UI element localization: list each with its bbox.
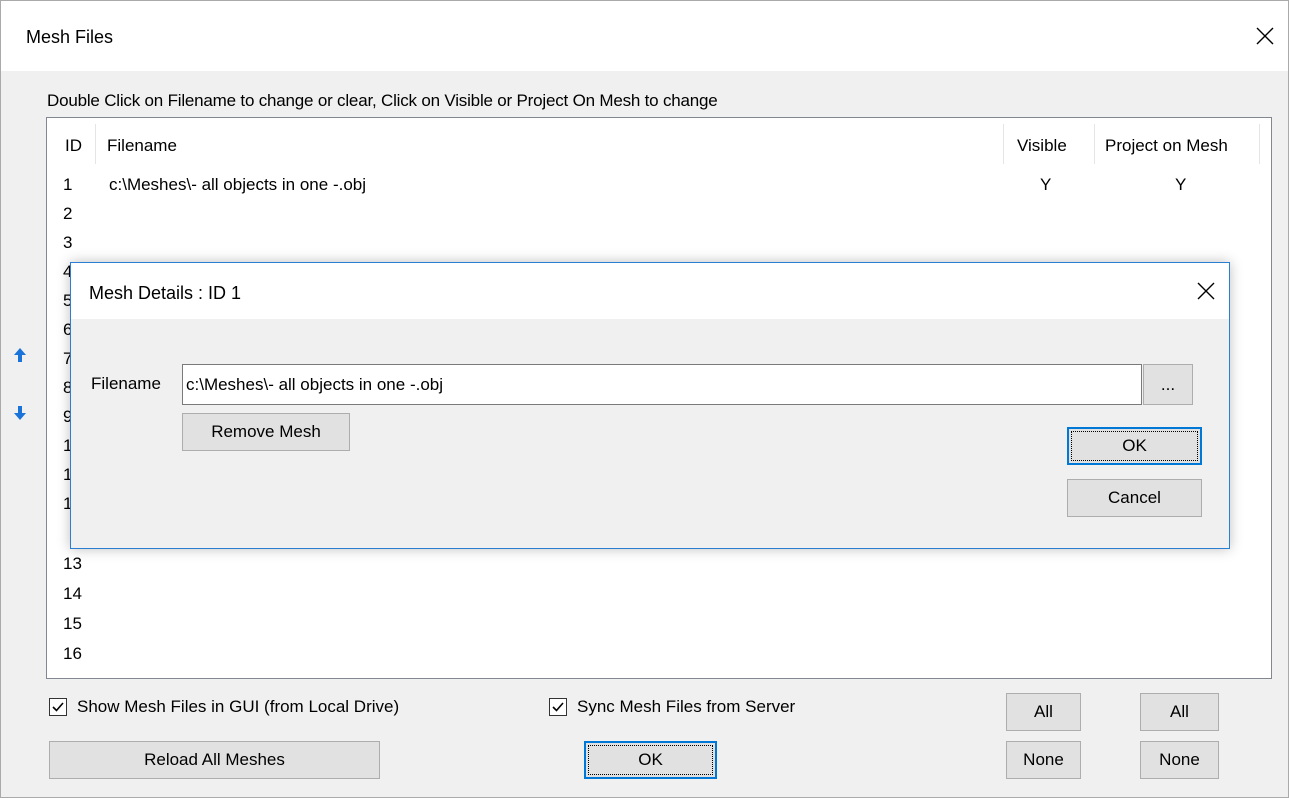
show-mesh-files-checkbox[interactable] xyxy=(49,698,67,716)
row-filename[interactable]: c:\Meshes\- all objects in one -.obj xyxy=(109,175,366,195)
row-id[interactable]: 3 xyxy=(63,233,72,253)
row-id[interactable]: 13 xyxy=(63,554,82,574)
project-all-button[interactable]: All xyxy=(1140,693,1219,731)
sync-mesh-files-label[interactable]: Sync Mesh Files from Server xyxy=(577,697,795,717)
show-mesh-files-label[interactable]: Show Mesh Files in GUI (from Local Drive… xyxy=(77,697,399,717)
column-header-project-on-mesh[interactable]: Project on Mesh xyxy=(1105,136,1228,156)
column-divider[interactable] xyxy=(1259,124,1260,164)
column-divider[interactable] xyxy=(1003,124,1004,164)
dialog-close-button[interactable] xyxy=(1183,263,1229,319)
row-project-on-mesh[interactable]: Y xyxy=(1175,175,1186,195)
arrow-up-icon[interactable] xyxy=(13,347,27,363)
row-visible[interactable]: Y xyxy=(1040,175,1051,195)
row-id[interactable]: 15 xyxy=(63,614,82,634)
row-id: 1 xyxy=(63,175,73,194)
column-header-visible[interactable]: Visible xyxy=(1017,136,1067,156)
arrow-down-icon[interactable] xyxy=(13,405,27,421)
project-none-button[interactable]: None xyxy=(1140,741,1219,779)
column-header-filename[interactable]: Filename xyxy=(107,136,177,156)
close-button[interactable] xyxy=(1242,1,1288,71)
filename-input-value: c:\Meshes\- all objects in one -.obj xyxy=(186,374,444,394)
remove-mesh-button[interactable]: Remove Mesh xyxy=(182,413,350,451)
instructions-text: Double Click on Filename to change or cl… xyxy=(47,91,718,110)
checkmark-icon xyxy=(552,702,564,712)
close-icon xyxy=(1197,282,1215,300)
focus-rect xyxy=(588,745,713,775)
visible-all-button[interactable]: All xyxy=(1006,693,1081,731)
column-divider[interactable] xyxy=(95,124,96,164)
column-divider[interactable] xyxy=(1094,124,1095,164)
dialog-ok-button[interactable]: OK xyxy=(1067,427,1202,465)
dialog-title-bar: Mesh Details : ID 1 xyxy=(71,263,1229,319)
sync-mesh-files-checkbox[interactable] xyxy=(549,698,567,716)
ok-button[interactable]: OK xyxy=(584,741,717,779)
row-id[interactable]: 14 xyxy=(63,584,82,604)
close-icon xyxy=(1256,27,1274,45)
column-header-id[interactable]: ID xyxy=(65,136,82,156)
focus-rect xyxy=(1071,431,1198,461)
filename-label: Filename xyxy=(91,374,161,393)
visible-none-button[interactable]: None xyxy=(1006,741,1081,779)
mesh-details-dialog: Mesh Details : ID 1 Filename c:\Meshes\-… xyxy=(70,262,1230,549)
row-id[interactable]: 2 xyxy=(63,204,72,224)
checkmark-icon xyxy=(52,702,64,712)
row-id[interactable]: 16 xyxy=(63,644,82,664)
dialog-cancel-button[interactable]: Cancel xyxy=(1067,479,1202,517)
window-title: Mesh Files xyxy=(26,27,114,47)
dialog-title: Mesh Details : ID 1 xyxy=(89,283,242,303)
title-bar: Mesh Files xyxy=(1,1,1288,71)
filename-input[interactable]: c:\Meshes\- all objects in one -.obj xyxy=(182,364,1142,405)
browse-button[interactable]: ... xyxy=(1143,364,1193,405)
reload-all-meshes-button[interactable]: Reload All Meshes xyxy=(49,741,380,779)
